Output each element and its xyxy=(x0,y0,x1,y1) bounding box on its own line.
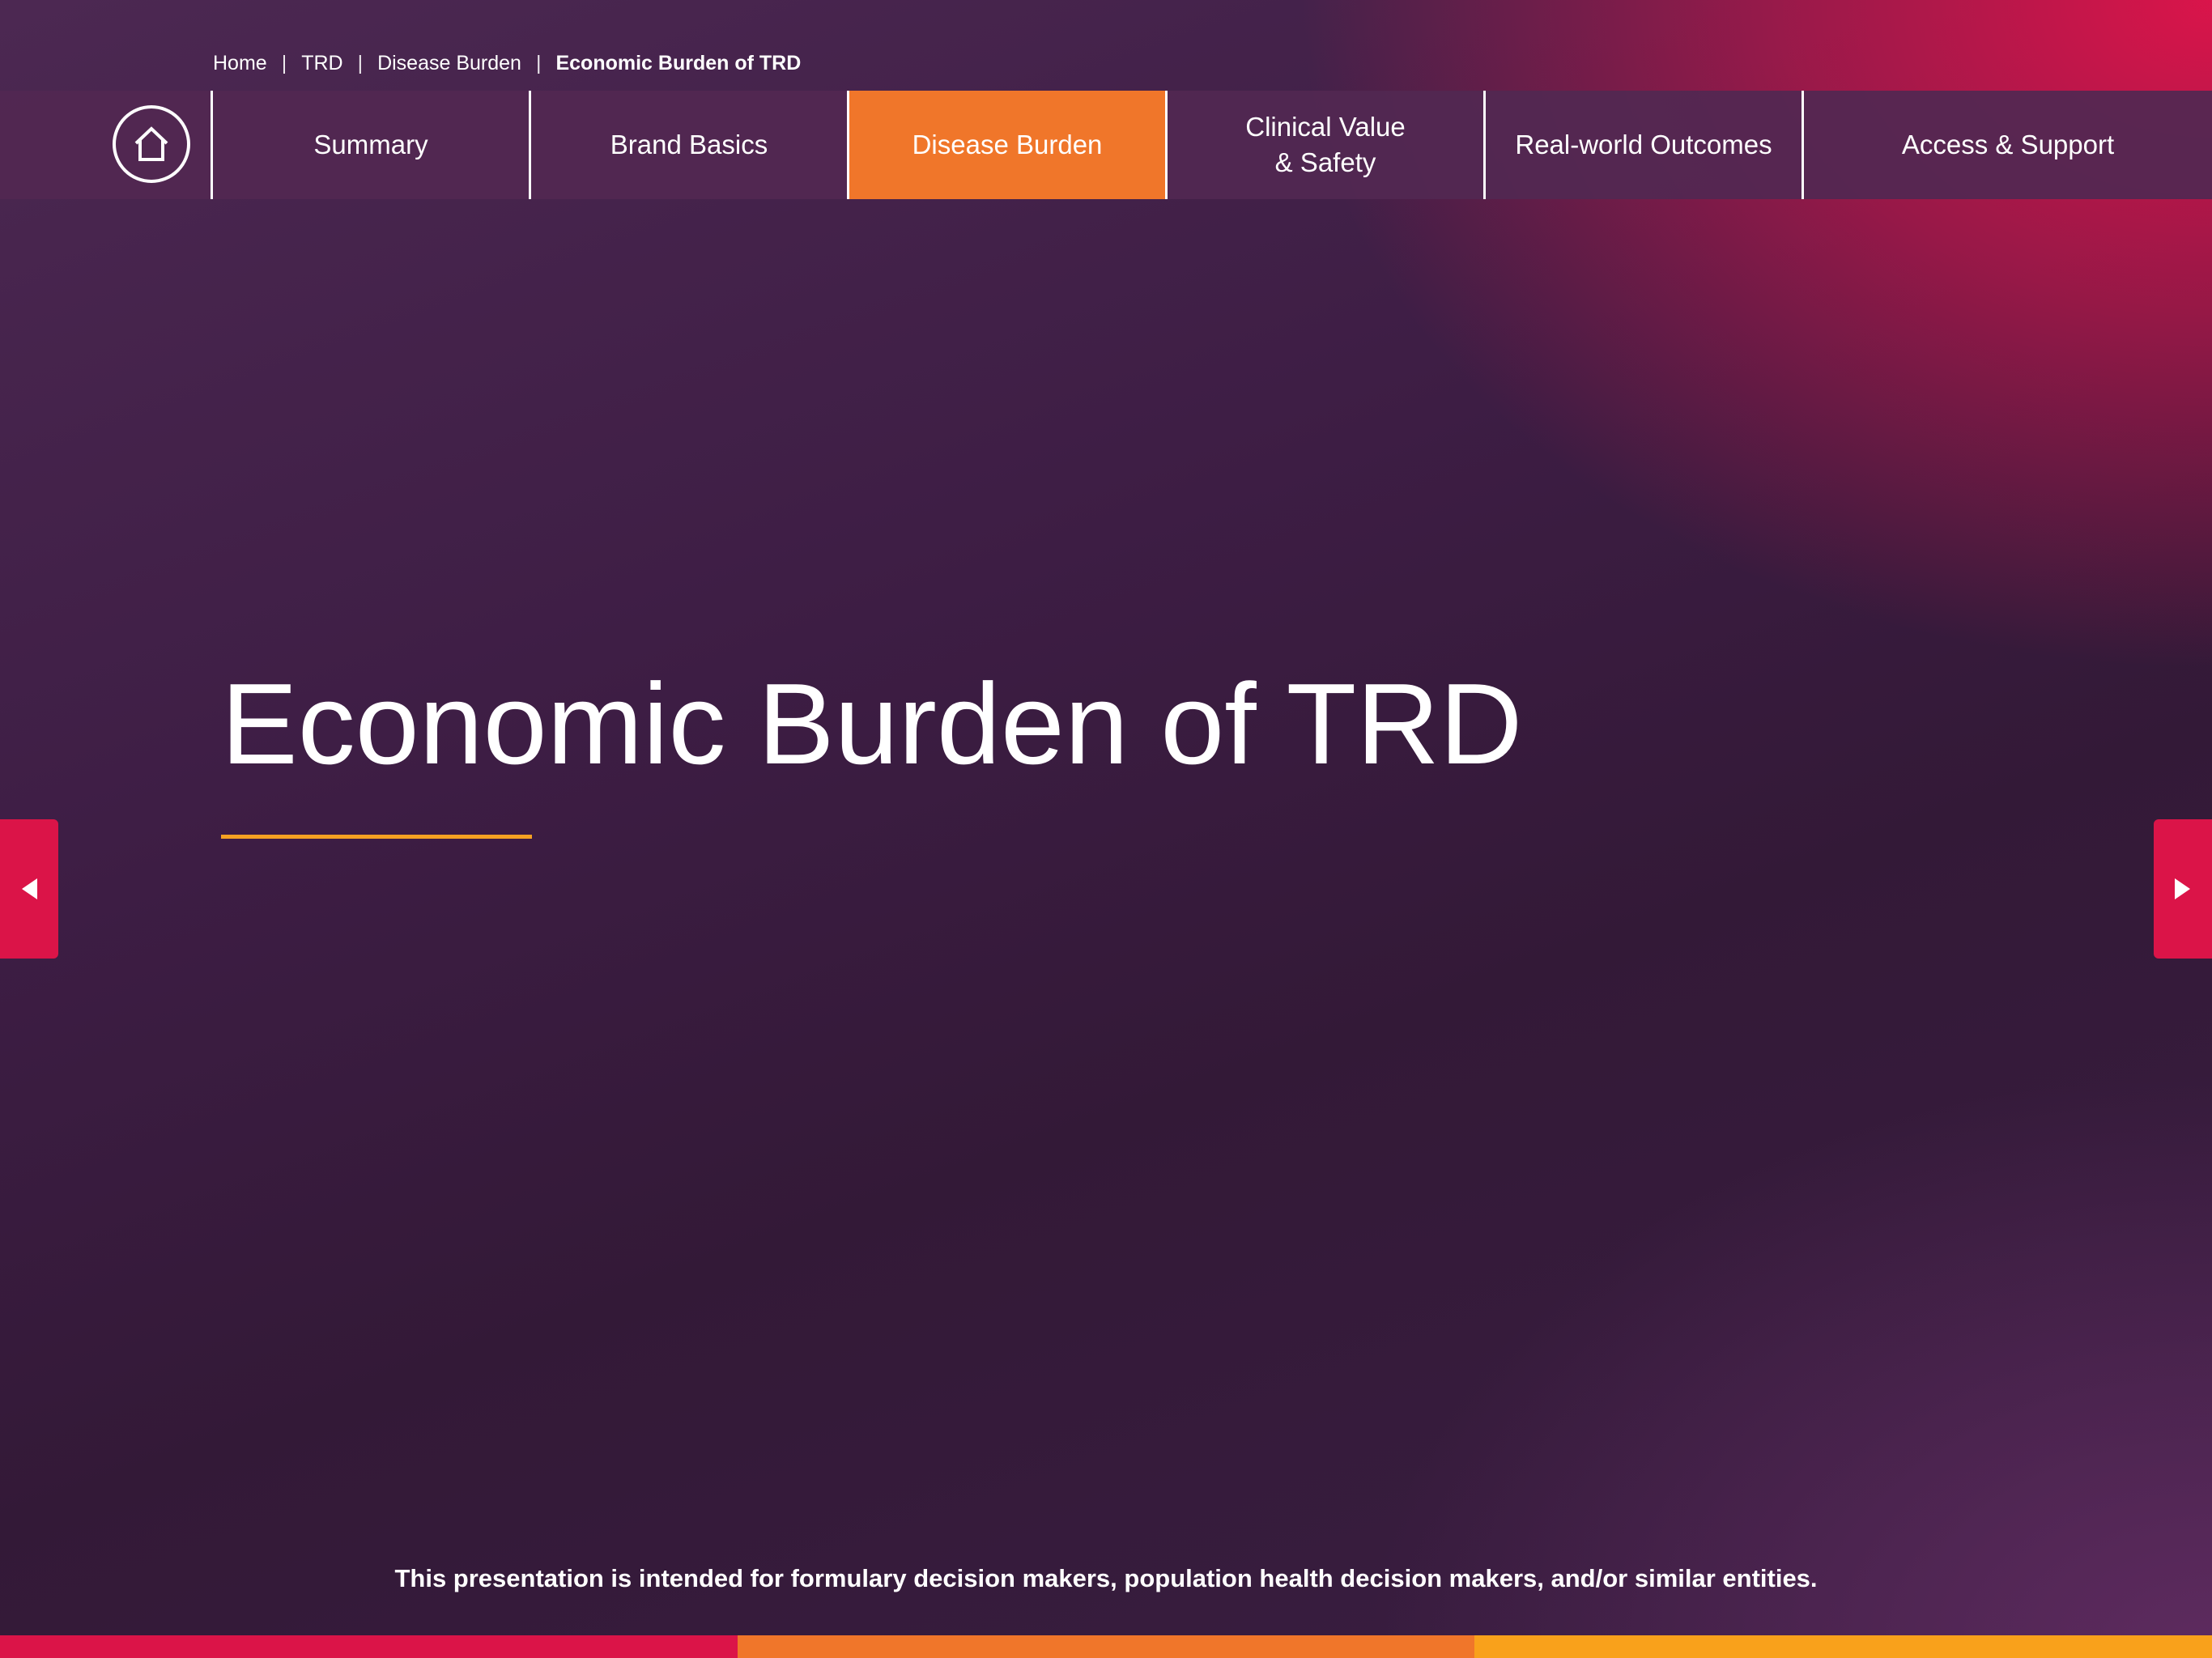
breadcrumb-trd[interactable]: TRD xyxy=(301,52,342,75)
breadcrumb-separator: | xyxy=(281,51,287,74)
nav-tab-real-world-outcomes[interactable]: Real-world Outcomes xyxy=(1486,91,1804,199)
breadcrumb-home[interactable]: Home xyxy=(213,52,267,75)
page-title: Economic Burden of TRD xyxy=(221,660,1523,789)
breadcrumb-current: Economic Burden of TRD xyxy=(555,51,802,74)
stripe-segment-magenta xyxy=(0,1635,738,1658)
main-navigation: Summary Brand Basics Disease Burden Clin… xyxy=(0,91,2212,199)
nav-tab-clinical-value-safety[interactable]: Clinical Value & Safety xyxy=(1168,91,1486,199)
home-button[interactable] xyxy=(113,105,190,183)
stripe-segment-orange xyxy=(737,1635,1475,1658)
next-slide-button[interactable] xyxy=(2154,819,2212,959)
previous-slide-button[interactable] xyxy=(0,819,58,959)
bottom-color-stripe xyxy=(0,1635,2212,1658)
breadcrumb-separator: | xyxy=(535,51,542,74)
title-underline xyxy=(221,835,532,839)
nav-tab-brand-basics[interactable]: Brand Basics xyxy=(531,91,849,199)
nav-tab-label: Access & Support xyxy=(1901,130,2115,159)
home-icon xyxy=(134,126,168,161)
nav-tab-label: Real-world Outcomes xyxy=(1515,130,1772,159)
nav-tab-label: Brand Basics xyxy=(610,130,768,159)
nav-tab-access-support[interactable]: Access & Support xyxy=(1804,91,2212,199)
stripe-segment-gold xyxy=(1474,1635,2212,1658)
caret-left-icon xyxy=(22,878,37,899)
home-nav-cell xyxy=(0,91,213,199)
breadcrumb-disease-burden[interactable]: Disease Burden xyxy=(377,52,521,75)
nav-tab-label: Disease Burden xyxy=(912,130,1103,159)
caret-right-icon xyxy=(2175,878,2190,899)
nav-tab-disease-burden[interactable]: Disease Burden xyxy=(849,91,1168,199)
nav-tab-summary[interactable]: Summary xyxy=(213,91,531,199)
nav-tab-label: Clinical Value & Safety xyxy=(1245,112,1406,177)
breadcrumb-separator: | xyxy=(357,51,364,74)
breadcrumb: Home | TRD | Disease Burden | Economic B… xyxy=(213,47,801,79)
nav-tab-label: Summary xyxy=(313,130,428,159)
audience-disclaimer: This presentation is intended for formul… xyxy=(394,1564,1818,1592)
